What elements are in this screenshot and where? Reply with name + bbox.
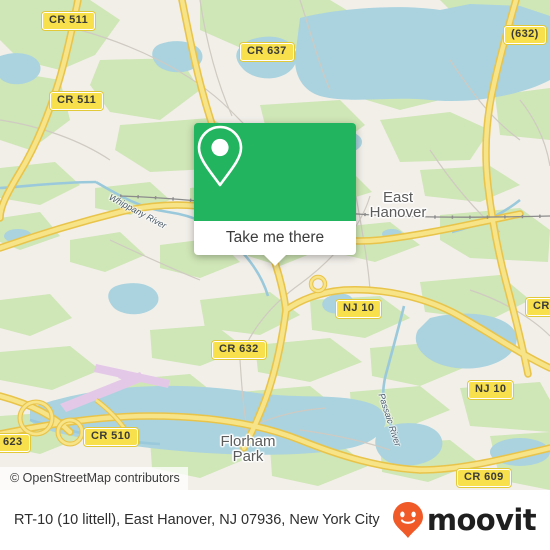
- map-canvas[interactable]: CR 511 CR 637 (632) CR 511 NJ 10 CR CR 6…: [0, 0, 550, 490]
- road-shield[interactable]: NJ 10: [468, 381, 514, 399]
- road-shield[interactable]: 623: [0, 434, 30, 452]
- road-shield[interactable]: NJ 10: [336, 300, 382, 318]
- footer-bar: RT-10 (10 littell), East Hanover, NJ 079…: [0, 490, 550, 550]
- moovit-pin-icon: [392, 502, 423, 538]
- road-shield[interactable]: CR: [526, 298, 550, 316]
- road-shield[interactable]: CR 632: [212, 341, 266, 359]
- road-shield[interactable]: (632): [504, 26, 546, 44]
- moovit-wordmark: moovit: [426, 502, 537, 537]
- map-pin-icon: [197, 125, 243, 187]
- road-shield[interactable]: CR 510: [84, 428, 138, 446]
- road-shield[interactable]: CR 511: [42, 12, 96, 30]
- popup-action-bar[interactable]: Take me there: [194, 221, 356, 266]
- take-me-there-popup[interactable]: Take me there: [194, 123, 356, 266]
- moovit-map-screenshot: CR 511 CR 637 (632) CR 511 NJ 10 CR CR 6…: [0, 0, 550, 550]
- road-shield[interactable]: CR 637: [240, 43, 294, 61]
- take-me-there-label: Take me there: [225, 229, 325, 246]
- address-text: RT-10 (10 littell), East Hanover, NJ 079…: [14, 512, 380, 528]
- popup-icon-area: [194, 123, 356, 221]
- osm-attribution[interactable]: © OpenStreetMap contributors: [0, 467, 188, 490]
- moovit-logo[interactable]: moovit: [391, 501, 550, 539]
- road-shield[interactable]: CR 511: [50, 92, 104, 110]
- road-shield[interactable]: CR 609: [457, 469, 511, 487]
- popup-tail-icon: [264, 255, 286, 266]
